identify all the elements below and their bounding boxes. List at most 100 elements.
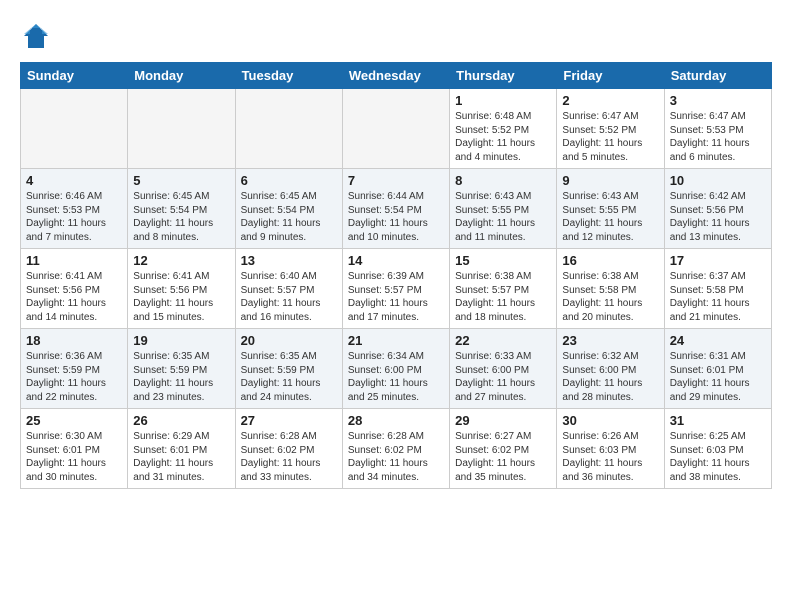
day-info: Sunrise: 6:46 AM Sunset: 5:53 PM Dayligh… [26, 190, 122, 244]
day-number: 5 [133, 173, 229, 188]
calendar-cell: 20 Sunrise: 6:35 AM Sunset: 5:59 PM Dayli… [235, 329, 342, 409]
weekday-header-friday: Friday [557, 63, 664, 89]
day-number: 7 [348, 173, 444, 188]
day-info: Sunrise: 6:25 AM Sunset: 6:03 PM Dayligh… [670, 430, 766, 484]
calendar-cell: 3 Sunrise: 6:47 AM Sunset: 5:53 PM Daylig… [664, 89, 771, 169]
calendar-cell: 2 Sunrise: 6:47 AM Sunset: 5:52 PM Daylig… [557, 89, 664, 169]
day-info: Sunrise: 6:36 AM Sunset: 5:59 PM Dayligh… [26, 350, 122, 404]
day-info: Sunrise: 6:47 AM Sunset: 5:53 PM Dayligh… [670, 110, 766, 164]
day-info: Sunrise: 6:30 AM Sunset: 6:01 PM Dayligh… [26, 430, 122, 484]
day-info: Sunrise: 6:28 AM Sunset: 6:02 PM Dayligh… [241, 430, 337, 484]
calendar-cell: 15 Sunrise: 6:38 AM Sunset: 5:57 PM Dayli… [450, 249, 557, 329]
calendar-cell: 21Sunrise: 6:34 AM Sunset: 6:00 PM Dayli… [342, 329, 449, 409]
day-number: 9 [562, 173, 658, 188]
day-info: Sunrise: 6:33 AM Sunset: 6:00 PM Dayligh… [455, 350, 551, 404]
day-number: 15 [455, 253, 551, 268]
day-info: Sunrise: 6:29 AM Sunset: 6:01 PM Dayligh… [133, 430, 229, 484]
day-info: Sunrise: 6:38 AM Sunset: 5:57 PM Dayligh… [455, 270, 551, 324]
day-info: Sunrise: 6:41 AM Sunset: 5:56 PM Dayligh… [133, 270, 229, 324]
day-number: 24 [670, 333, 766, 348]
calendar-cell: 29Sunrise: 6:27 AM Sunset: 6:02 PM Dayli… [450, 409, 557, 489]
calendar-cell: 25 Sunrise: 6:30 AM Sunset: 6:01 PM Dayli… [21, 409, 128, 489]
day-info: Sunrise: 6:35 AM Sunset: 5:59 PM Dayligh… [241, 350, 337, 404]
calendar-week-row: 11 Sunrise: 6:41 AM Sunset: 5:56 PM Dayli… [21, 249, 772, 329]
calendar-cell: 17Sunrise: 6:37 AM Sunset: 5:58 PM Dayli… [664, 249, 771, 329]
day-number: 1 [455, 93, 551, 108]
day-number: 13 [241, 253, 337, 268]
calendar-week-row: 18Sunrise: 6:36 AM Sunset: 5:59 PM Dayli… [21, 329, 772, 409]
day-info: Sunrise: 6:44 AM Sunset: 5:54 PM Dayligh… [348, 190, 444, 244]
day-number: 17 [670, 253, 766, 268]
day-number: 12 [133, 253, 229, 268]
weekday-header-tuesday: Tuesday [235, 63, 342, 89]
day-number: 23 [562, 333, 658, 348]
day-number: 21 [348, 333, 444, 348]
day-number: 6 [241, 173, 337, 188]
day-info: Sunrise: 6:43 AM Sunset: 5:55 PM Dayligh… [455, 190, 551, 244]
calendar-cell: 16Sunrise: 6:38 AM Sunset: 5:58 PM Dayli… [557, 249, 664, 329]
day-info: Sunrise: 6:40 AM Sunset: 5:57 PM Dayligh… [241, 270, 337, 324]
calendar-cell: 23Sunrise: 6:32 AM Sunset: 6:00 PM Dayli… [557, 329, 664, 409]
day-info: Sunrise: 6:39 AM Sunset: 5:57 PM Dayligh… [348, 270, 444, 324]
day-info: Sunrise: 6:27 AM Sunset: 6:02 PM Dayligh… [455, 430, 551, 484]
weekday-header-saturday: Saturday [664, 63, 771, 89]
calendar-cell: 22 Sunrise: 6:33 AM Sunset: 6:00 PM Dayli… [450, 329, 557, 409]
day-number: 25 [26, 413, 122, 428]
calendar-cell: 19 Sunrise: 6:35 AM Sunset: 5:59 PM Dayli… [128, 329, 235, 409]
day-info: Sunrise: 6:41 AM Sunset: 5:56 PM Dayligh… [26, 270, 122, 324]
calendar-cell: 24 Sunrise: 6:31 AM Sunset: 6:01 PM Dayli… [664, 329, 771, 409]
calendar-week-row: 1 Sunrise: 6:48 AM Sunset: 5:52 PM Daylig… [21, 89, 772, 169]
calendar-cell: 14 Sunrise: 6:39 AM Sunset: 5:57 PM Dayli… [342, 249, 449, 329]
calendar-cell: 31Sunrise: 6:25 AM Sunset: 6:03 PM Dayli… [664, 409, 771, 489]
calendar-cell [342, 89, 449, 169]
calendar-cell: 10 Sunrise: 6:42 AM Sunset: 5:56 PM Dayli… [664, 169, 771, 249]
calendar-cell: 11 Sunrise: 6:41 AM Sunset: 5:56 PM Dayli… [21, 249, 128, 329]
day-number: 19 [133, 333, 229, 348]
weekday-header-sunday: Sunday [21, 63, 128, 89]
calendar-cell: 28 Sunrise: 6:28 AM Sunset: 6:02 PM Dayli… [342, 409, 449, 489]
day-info: Sunrise: 6:28 AM Sunset: 6:02 PM Dayligh… [348, 430, 444, 484]
page: SundayMondayTuesdayWednesdayThursdayFrid… [0, 0, 792, 499]
weekday-header-wednesday: Wednesday [342, 63, 449, 89]
calendar-cell: 12 Sunrise: 6:41 AM Sunset: 5:56 PM Dayli… [128, 249, 235, 329]
day-number: 11 [26, 253, 122, 268]
day-number: 2 [562, 93, 658, 108]
calendar-cell: 4 Sunrise: 6:46 AM Sunset: 5:53 PM Daylig… [21, 169, 128, 249]
day-number: 22 [455, 333, 551, 348]
day-number: 8 [455, 173, 551, 188]
day-info: Sunrise: 6:45 AM Sunset: 5:54 PM Dayligh… [133, 190, 229, 244]
day-info: Sunrise: 6:47 AM Sunset: 5:52 PM Dayligh… [562, 110, 658, 164]
day-info: Sunrise: 6:26 AM Sunset: 6:03 PM Dayligh… [562, 430, 658, 484]
calendar-cell: 18Sunrise: 6:36 AM Sunset: 5:59 PM Dayli… [21, 329, 128, 409]
calendar-cell: 1 Sunrise: 6:48 AM Sunset: 5:52 PM Daylig… [450, 89, 557, 169]
day-number: 16 [562, 253, 658, 268]
day-number: 4 [26, 173, 122, 188]
day-number: 20 [241, 333, 337, 348]
calendar-cell: 30Sunrise: 6:26 AM Sunset: 6:03 PM Dayli… [557, 409, 664, 489]
calendar-cell: 7 Sunrise: 6:44 AM Sunset: 5:54 PM Daylig… [342, 169, 449, 249]
calendar-cell: 26Sunrise: 6:29 AM Sunset: 6:01 PM Dayli… [128, 409, 235, 489]
day-number: 27 [241, 413, 337, 428]
calendar-cell: 9 Sunrise: 6:43 AM Sunset: 5:55 PM Daylig… [557, 169, 664, 249]
calendar-cell [128, 89, 235, 169]
calendar-cell: 6 Sunrise: 6:45 AM Sunset: 5:54 PM Daylig… [235, 169, 342, 249]
calendar-header: SundayMondayTuesdayWednesdayThursdayFrid… [21, 63, 772, 89]
day-number: 28 [348, 413, 444, 428]
day-number: 14 [348, 253, 444, 268]
day-info: Sunrise: 6:48 AM Sunset: 5:52 PM Dayligh… [455, 110, 551, 164]
logo [20, 20, 56, 52]
calendar-week-row: 25 Sunrise: 6:30 AM Sunset: 6:01 PM Dayli… [21, 409, 772, 489]
day-number: 3 [670, 93, 766, 108]
day-info: Sunrise: 6:31 AM Sunset: 6:01 PM Dayligh… [670, 350, 766, 404]
day-info: Sunrise: 6:35 AM Sunset: 5:59 PM Dayligh… [133, 350, 229, 404]
day-info: Sunrise: 6:42 AM Sunset: 5:56 PM Dayligh… [670, 190, 766, 244]
weekday-header-monday: Monday [128, 63, 235, 89]
day-number: 10 [670, 173, 766, 188]
day-info: Sunrise: 6:45 AM Sunset: 5:54 PM Dayligh… [241, 190, 337, 244]
calendar-cell: 5 Sunrise: 6:45 AM Sunset: 5:54 PM Daylig… [128, 169, 235, 249]
calendar-cell: 13 Sunrise: 6:40 AM Sunset: 5:57 PM Dayli… [235, 249, 342, 329]
calendar-cell [21, 89, 128, 169]
calendar-table: SundayMondayTuesdayWednesdayThursdayFrid… [20, 62, 772, 489]
calendar-body: 1 Sunrise: 6:48 AM Sunset: 5:52 PM Daylig… [21, 89, 772, 489]
day-info: Sunrise: 6:43 AM Sunset: 5:55 PM Dayligh… [562, 190, 658, 244]
